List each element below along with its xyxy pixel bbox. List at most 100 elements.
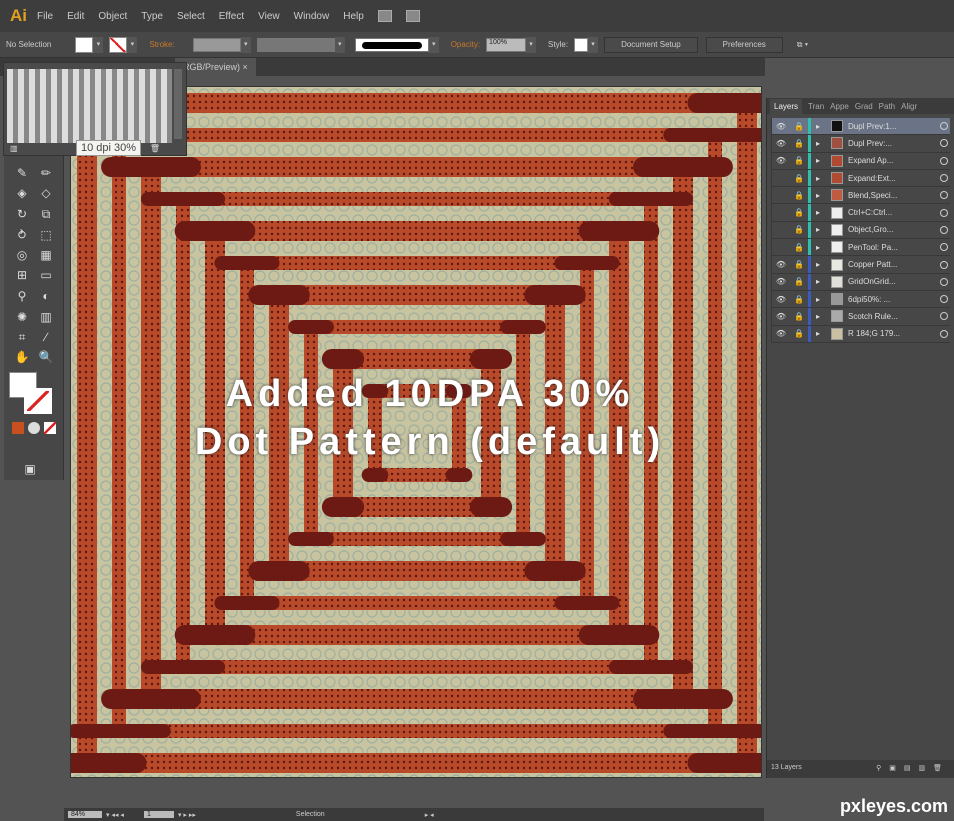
stroke-swatch[interactable]: [109, 36, 128, 53]
layer-row[interactable]: 👁 🔒 ▸ Expand Ap...: [771, 152, 950, 170]
layer-row[interactable]: 👁 🔒 ▸ R 184;G 179...: [771, 325, 950, 343]
eye-icon[interactable]: 👁: [772, 156, 790, 165]
mesh-tool-icon[interactable]: ⊞: [14, 268, 30, 282]
target-icon[interactable]: [940, 260, 948, 269]
variable-width-field[interactable]: [256, 37, 335, 52]
expand-arrow-icon[interactable]: ▸: [811, 174, 825, 183]
target-icon[interactable]: [940, 277, 948, 286]
expand-arrow-icon[interactable]: ▸: [811, 243, 825, 252]
artboard-field[interactable]: 1: [143, 811, 174, 818]
pencil-tool-icon[interactable]: ✏: [38, 166, 54, 180]
expand-arrow-icon[interactable]: ▸: [811, 208, 825, 217]
expand-arrow-icon[interactable]: ▸: [811, 312, 825, 321]
stroke-none-swatch[interactable]: [24, 388, 52, 414]
artboard-tool-icon[interactable]: ⌗: [14, 330, 30, 344]
bridge-icon[interactable]: [377, 10, 392, 22]
target-icon[interactable]: [940, 139, 948, 148]
menu-select[interactable]: Select: [177, 11, 205, 22]
blend-tool-icon[interactable]: ◐: [38, 289, 54, 303]
screen-mode-icon[interactable]: ▣: [22, 462, 38, 476]
gradient-mode-icon[interactable]: [28, 422, 40, 434]
eye-icon[interactable]: 👁: [772, 329, 790, 338]
delete-swatch-icon[interactable]: 🗑: [150, 144, 160, 153]
none-mode-icon[interactable]: [44, 422, 56, 434]
hand-tool-icon[interactable]: ✋: [14, 350, 30, 364]
target-icon[interactable]: [940, 312, 948, 321]
lock-icon[interactable]: 🔒: [790, 295, 808, 304]
free-transform-tool-icon[interactable]: ⬚: [38, 228, 54, 242]
eye-icon[interactable]: 👁: [772, 277, 790, 286]
menu-effect[interactable]: Effect: [219, 11, 244, 22]
eraser-tool-icon[interactable]: ◇: [38, 186, 54, 200]
stroke-weight-dropdown[interactable]: ▾: [240, 36, 251, 53]
document-tab[interactable]: RGB/Preview) ×: [175, 58, 256, 76]
brush-definition[interactable]: [354, 37, 429, 52]
layer-row[interactable]: 👁 🔒 ▸ Copper Patt...: [771, 256, 950, 274]
layer-row[interactable]: 🔒 ▸ PenTool: Pa...: [771, 239, 950, 257]
document-setup-button[interactable]: Document Setup: [604, 36, 698, 53]
blob-brush-tool-icon[interactable]: ◈: [14, 186, 30, 200]
fill-swatch[interactable]: [75, 36, 94, 53]
tab-appearance[interactable]: Appe: [830, 102, 849, 111]
style-dropdown[interactable]: ▾: [588, 36, 599, 53]
tab-transform[interactable]: Tran: [808, 102, 824, 111]
layer-row[interactable]: 🔒 ▸ Object,Gro...: [771, 221, 950, 240]
paintbrush-tool-icon[interactable]: ✎: [14, 166, 30, 180]
warp-tool-icon[interactable]: ⥁: [14, 228, 30, 242]
lock-icon[interactable]: 🔒: [790, 191, 808, 200]
layer-row[interactable]: 👁 🔒 ▸ Dupl Prev:...: [771, 135, 950, 153]
eye-icon[interactable]: 👁: [772, 139, 790, 148]
eyedropper-tool-icon[interactable]: ⚲: [14, 289, 30, 303]
fill-dropdown[interactable]: ▾: [93, 36, 104, 53]
menu-help[interactable]: Help: [343, 11, 364, 22]
layer-row[interactable]: 🔒 ▸ Blend,Speci...: [771, 187, 950, 205]
layer-row[interactable]: 👁 🔒 ▸ Dupl Prev:1...: [771, 118, 950, 136]
opacity-dropdown[interactable]: ▾: [526, 36, 537, 53]
artboard-nav[interactable]: ▾ ▸ ▸▸: [178, 811, 196, 819]
swatch-libraries-icon[interactable]: ▥: [10, 144, 18, 153]
menu-window[interactable]: Window: [294, 11, 330, 22]
eye-icon[interactable]: 👁: [772, 312, 790, 321]
target-icon[interactable]: [940, 156, 948, 165]
symbol-sprayer-tool-icon[interactable]: ✺: [14, 310, 30, 324]
lock-icon[interactable]: 🔒: [790, 312, 808, 321]
eye-icon[interactable]: 👁: [772, 122, 790, 131]
target-icon[interactable]: [940, 329, 948, 338]
close-tab-icon[interactable]: ×: [243, 62, 248, 72]
layer-row[interactable]: 👁 🔒 ▸ 6dpi50%: ...: [771, 290, 950, 309]
expand-arrow-icon[interactable]: ▸: [811, 260, 825, 269]
expand-arrow-icon[interactable]: ▸: [811, 225, 825, 234]
status-menu-icon[interactable]: ▸ ◂: [425, 811, 434, 819]
menu-type[interactable]: Type: [141, 11, 163, 22]
target-icon[interactable]: [940, 191, 948, 200]
variable-width-dropdown[interactable]: ▾: [334, 36, 345, 53]
lock-icon[interactable]: 🔒: [790, 208, 808, 217]
opacity-label[interactable]: Opacity:: [451, 40, 480, 49]
stroke-weight-field[interactable]: [192, 37, 241, 52]
color-mode-icon[interactable]: [12, 422, 24, 434]
lock-icon[interactable]: 🔒: [790, 260, 808, 269]
graph-tool-icon[interactable]: ▥: [38, 310, 54, 324]
lock-icon[interactable]: 🔒: [790, 225, 808, 234]
menu-edit[interactable]: Edit: [67, 11, 84, 22]
zoom-tool-icon[interactable]: 🔍: [38, 350, 54, 364]
zoom-dropdown[interactable]: ▾ ◂◂ ◂: [106, 811, 124, 819]
brush-dropdown[interactable]: ▾: [428, 36, 439, 53]
target-icon[interactable]: [940, 295, 948, 304]
lock-icon[interactable]: 🔒: [790, 329, 808, 338]
opacity-field[interactable]: 100%: [486, 37, 527, 52]
eye-icon[interactable]: 👁: [772, 295, 790, 304]
expand-arrow-icon[interactable]: ▸: [811, 329, 825, 338]
expand-arrow-icon[interactable]: ▸: [811, 295, 825, 304]
layer-actions-icons[interactable]: ⚲▣▤▥🗑: [876, 764, 950, 772]
lock-icon[interactable]: 🔒: [790, 156, 808, 165]
lock-icon[interactable]: 🔒: [790, 122, 808, 131]
scale-tool-icon[interactable]: ⧉: [38, 207, 54, 221]
layer-row[interactable]: 🔒 ▸ Ctrl+C:Ctrl...: [771, 204, 950, 222]
stroke-dropdown[interactable]: ▾: [127, 36, 138, 53]
lock-icon[interactable]: 🔒: [790, 139, 808, 148]
gradient-tool-icon[interactable]: ▭: [38, 268, 54, 282]
zoom-field[interactable]: 84%: [68, 811, 102, 818]
stroke-label[interactable]: Stroke:: [149, 40, 174, 49]
perspective-grid-tool-icon[interactable]: ▦: [38, 248, 54, 262]
